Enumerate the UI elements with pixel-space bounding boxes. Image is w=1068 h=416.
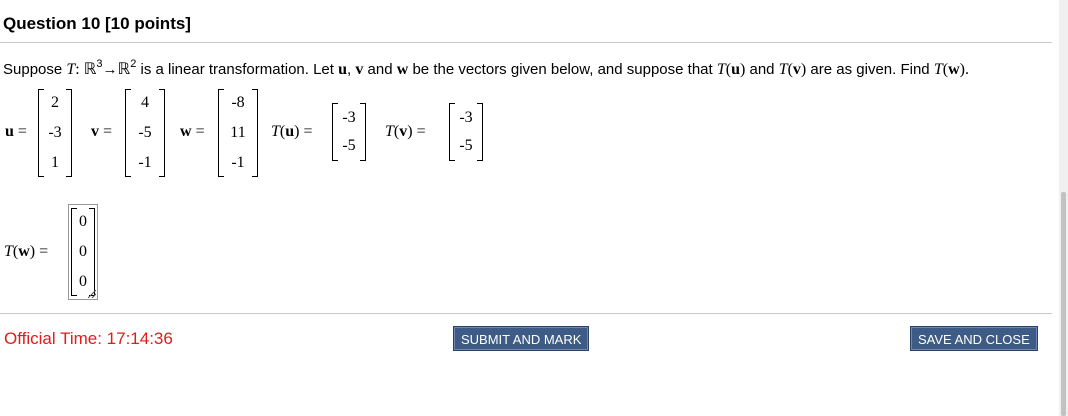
tv-label: T(v) = xyxy=(385,123,426,140)
vector-w-matrix: -8 11 -1 xyxy=(218,89,258,177)
resize-grip-icon[interactable] xyxy=(88,290,96,298)
vector-v-label: v = xyxy=(91,123,113,140)
title-divider xyxy=(0,42,1052,43)
tw-answer-input-1[interactable] xyxy=(76,213,90,231)
vector-v-entry: 4 xyxy=(141,94,149,111)
vector-u-entry: -3 xyxy=(48,124,62,141)
vector-w-entry: 11 xyxy=(230,124,246,141)
vertical-scrollbar[interactable] xyxy=(1059,0,1068,416)
vector-v-entry: -1 xyxy=(138,154,152,171)
vector-u-entry: 2 xyxy=(51,94,59,111)
vector-w-entry: -1 xyxy=(231,154,245,171)
tw-answer-matrix[interactable] xyxy=(68,204,98,300)
vector-u-label: u = xyxy=(5,123,27,140)
submit-and-mark-button[interactable]: SUBMIT AND MARK xyxy=(453,326,590,351)
tu-entry: -5 xyxy=(342,137,356,154)
tw-answer-input-3[interactable] xyxy=(76,273,90,291)
vector-w-entry: -8 xyxy=(231,94,245,111)
tw-answer-input-2[interactable] xyxy=(76,243,90,261)
tw-label: T(w) = xyxy=(4,243,49,260)
question-title: Question 10 [10 points] xyxy=(3,14,191,33)
vector-v-matrix: 4 -5 -1 xyxy=(125,89,165,177)
save-and-close-button[interactable]: SAVE AND CLOSE xyxy=(910,326,1038,351)
tu-entry: -3 xyxy=(342,109,356,126)
vector-u-matrix: 2 -3 1 xyxy=(38,89,72,177)
official-timer: Official Time: 17:14:36 xyxy=(4,329,173,348)
tu-label: T(u) = xyxy=(271,123,313,140)
tv-matrix: -3 -5 xyxy=(449,103,483,161)
footer-divider xyxy=(0,313,1052,314)
tv-entry: -3 xyxy=(459,109,473,126)
tv-entry: -5 xyxy=(459,137,473,154)
question-prompt: Suppose T: ℝ3→ℝ2 is a linear transformat… xyxy=(3,58,969,78)
scrollbar-thumb[interactable] xyxy=(1061,192,1066,416)
vector-v-entry: -5 xyxy=(138,124,152,141)
vector-w-label: w = xyxy=(180,123,205,140)
tu-matrix: -3 -5 xyxy=(332,103,366,161)
vector-u-entry: 1 xyxy=(51,154,59,171)
